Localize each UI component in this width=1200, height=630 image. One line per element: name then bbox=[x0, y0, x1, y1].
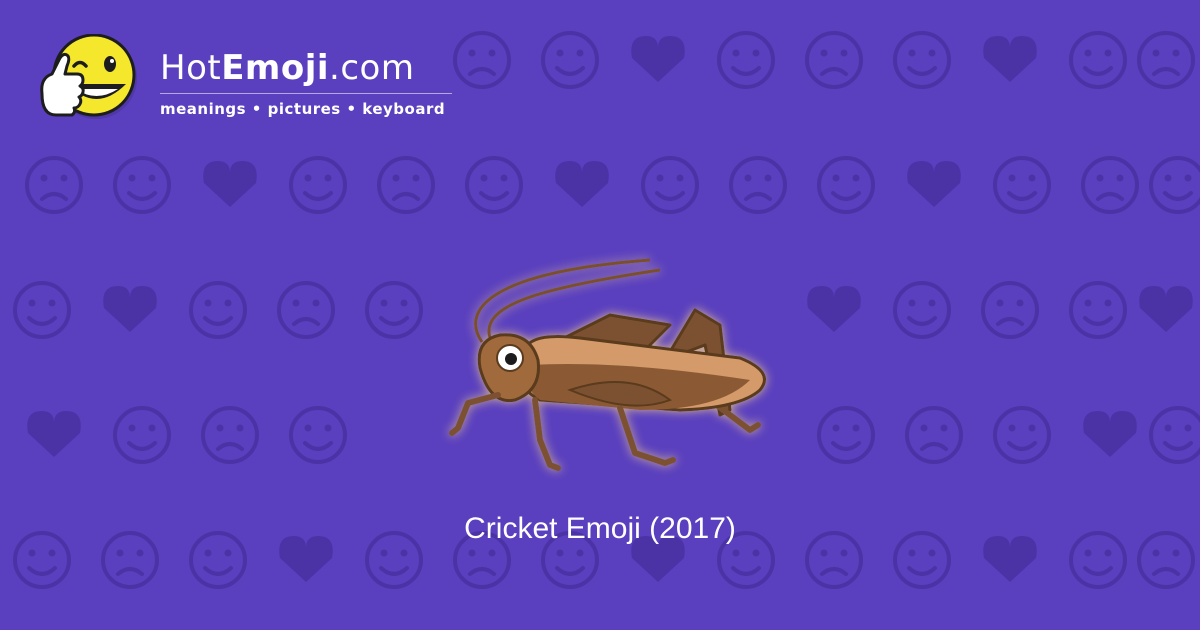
smiley-pattern-icon bbox=[13, 281, 71, 339]
smiley-pattern-icon bbox=[717, 31, 775, 89]
thumbs-up-winking-face-icon bbox=[40, 34, 137, 119]
heart-pattern-icon bbox=[27, 411, 81, 457]
smiley-pattern-icon bbox=[893, 281, 951, 339]
smiley-pattern-icon bbox=[25, 156, 83, 214]
smiley-pattern-icon bbox=[805, 31, 863, 89]
smiley-pattern-icon bbox=[1137, 31, 1195, 89]
smiley-pattern-icon bbox=[289, 156, 347, 214]
heart-pattern-icon bbox=[203, 161, 257, 207]
smiley-pattern-icon bbox=[1069, 31, 1127, 89]
smiley-pattern-icon bbox=[993, 156, 1051, 214]
cricket-icon bbox=[449, 258, 766, 471]
smiley-pattern-icon bbox=[277, 281, 335, 339]
smiley-pattern-icon bbox=[729, 156, 787, 214]
heart-pattern-icon bbox=[1083, 411, 1137, 457]
heart-pattern-icon bbox=[983, 36, 1037, 82]
logo-divider bbox=[160, 93, 452, 94]
heart-pattern-icon bbox=[1139, 286, 1193, 332]
smiley-pattern-icon bbox=[289, 406, 347, 464]
smiley-pattern-icon bbox=[189, 281, 247, 339]
smiley-pattern-icon bbox=[541, 31, 599, 89]
smiley-pattern-icon bbox=[893, 31, 951, 89]
site-logo[interactable]: HotEmoji.com meanings • pictures • keybo… bbox=[38, 34, 452, 126]
site-tagline: meanings • pictures • keyboard bbox=[160, 100, 446, 118]
smiley-pattern-icon bbox=[817, 156, 875, 214]
smiley-pattern-icon bbox=[465, 156, 523, 214]
site-name-strong: Emoji bbox=[221, 48, 330, 88]
smiley-pattern-icon bbox=[993, 406, 1051, 464]
smiley-pattern-icon bbox=[1069, 281, 1127, 339]
smiley-pattern-icon bbox=[201, 406, 259, 464]
site-name-prefix: Hot bbox=[160, 48, 222, 88]
heart-pattern-icon bbox=[807, 286, 861, 332]
smiley-pattern-icon bbox=[113, 406, 171, 464]
emoji-caption: Cricket Emoji (2017) bbox=[464, 512, 736, 545]
site-name: HotEmoji.com bbox=[160, 48, 452, 88]
heart-pattern-icon bbox=[631, 36, 685, 82]
smiley-pattern-icon bbox=[113, 156, 171, 214]
smiley-pattern-icon bbox=[377, 156, 435, 214]
smiley-pattern-icon bbox=[1149, 406, 1200, 464]
smiley-pattern-icon bbox=[365, 281, 423, 339]
site-name-suffix: .com bbox=[329, 48, 415, 88]
smiley-pattern-icon bbox=[1081, 156, 1139, 214]
smiley-pattern-icon bbox=[905, 406, 963, 464]
smiley-pattern-icon bbox=[981, 281, 1039, 339]
smiley-pattern-icon bbox=[817, 406, 875, 464]
smiley-pattern-icon bbox=[1149, 156, 1200, 214]
heart-pattern-icon bbox=[103, 286, 157, 332]
smiley-pattern-icon bbox=[453, 31, 511, 89]
smiley-pattern-icon bbox=[641, 156, 699, 214]
heart-pattern-icon bbox=[555, 161, 609, 207]
heart-pattern-icon bbox=[907, 161, 961, 207]
